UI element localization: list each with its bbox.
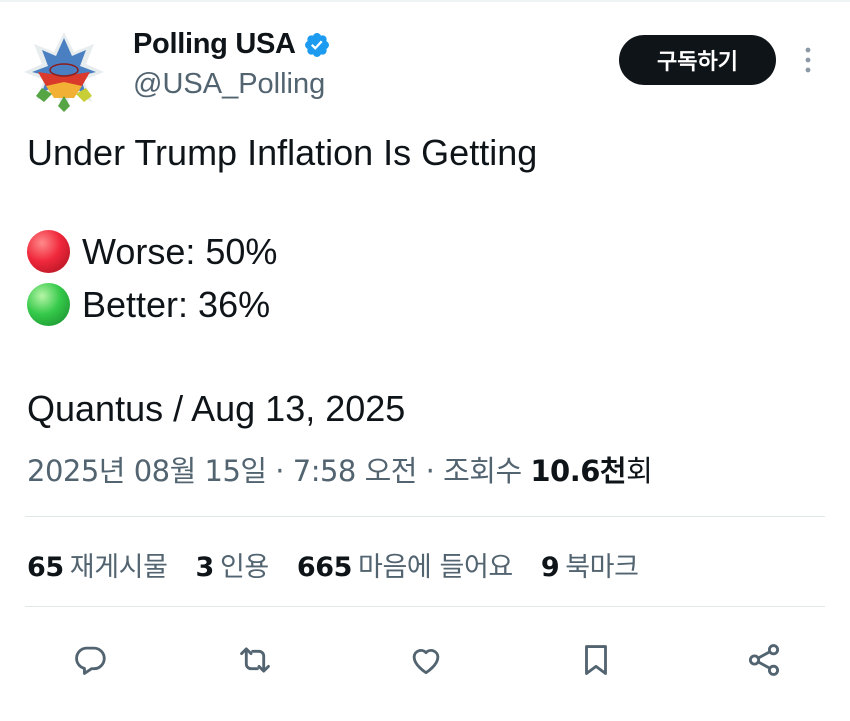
tweet-meta: 2025년 08월 15일 · 7:58 오전 · 조회수 10.6천회 [27, 448, 653, 490]
top-divider [0, 0, 850, 2]
display-name[interactable]: Polling USA [133, 28, 296, 61]
divider [25, 516, 825, 517]
subscribe-button[interactable]: 구독하기 [619, 35, 776, 85]
views-unit: 천 [599, 454, 627, 488]
tweet-headline: Under Trump Inflation Is Getting [27, 132, 538, 173]
stat-reposts[interactable]: 65 재게시물 [27, 545, 168, 584]
engagement-stats: 65 재게시물 3 인용 665 마음에 들어요 9 북마크 [27, 545, 667, 584]
like-icon[interactable] [403, 637, 449, 683]
divider [25, 606, 825, 607]
reply-icon[interactable] [67, 637, 113, 683]
polling-usa-logo [24, 32, 104, 112]
stat-likes[interactable]: 665 마음에 들어요 [297, 545, 513, 584]
poll-result-worse: Worse: 50% [27, 230, 277, 273]
verified-badge-icon[interactable] [303, 31, 331, 59]
poll-result-worse-text: Worse: 50% [82, 230, 278, 272]
tweet-timestamp[interactable]: 2025년 08월 15일 · 7:58 오전 · 조회수 [27, 454, 530, 488]
stat-quotes[interactable]: 3 인용 [196, 545, 270, 584]
share-icon[interactable] [741, 637, 787, 683]
green-circle-icon [27, 283, 70, 326]
poll-result-better: Better: 36% [27, 283, 270, 326]
stat-bookmarks[interactable]: 9 북마크 [541, 545, 639, 584]
tweet-source: Quantus / Aug 13, 2025 [27, 388, 406, 429]
red-circle-icon [27, 230, 70, 273]
avatar[interactable] [22, 30, 106, 114]
user-handle[interactable]: @USA_Polling [133, 68, 325, 101]
repost-icon[interactable] [232, 637, 278, 683]
poll-result-better-text: Better: 36% [82, 283, 271, 325]
more-options-icon[interactable] [796, 44, 820, 76]
views-count: 10.6 [530, 454, 600, 488]
views-suffix: 회 [626, 454, 653, 488]
bookmark-icon[interactable] [573, 637, 619, 683]
author-name-row[interactable]: Polling USA [133, 28, 331, 61]
